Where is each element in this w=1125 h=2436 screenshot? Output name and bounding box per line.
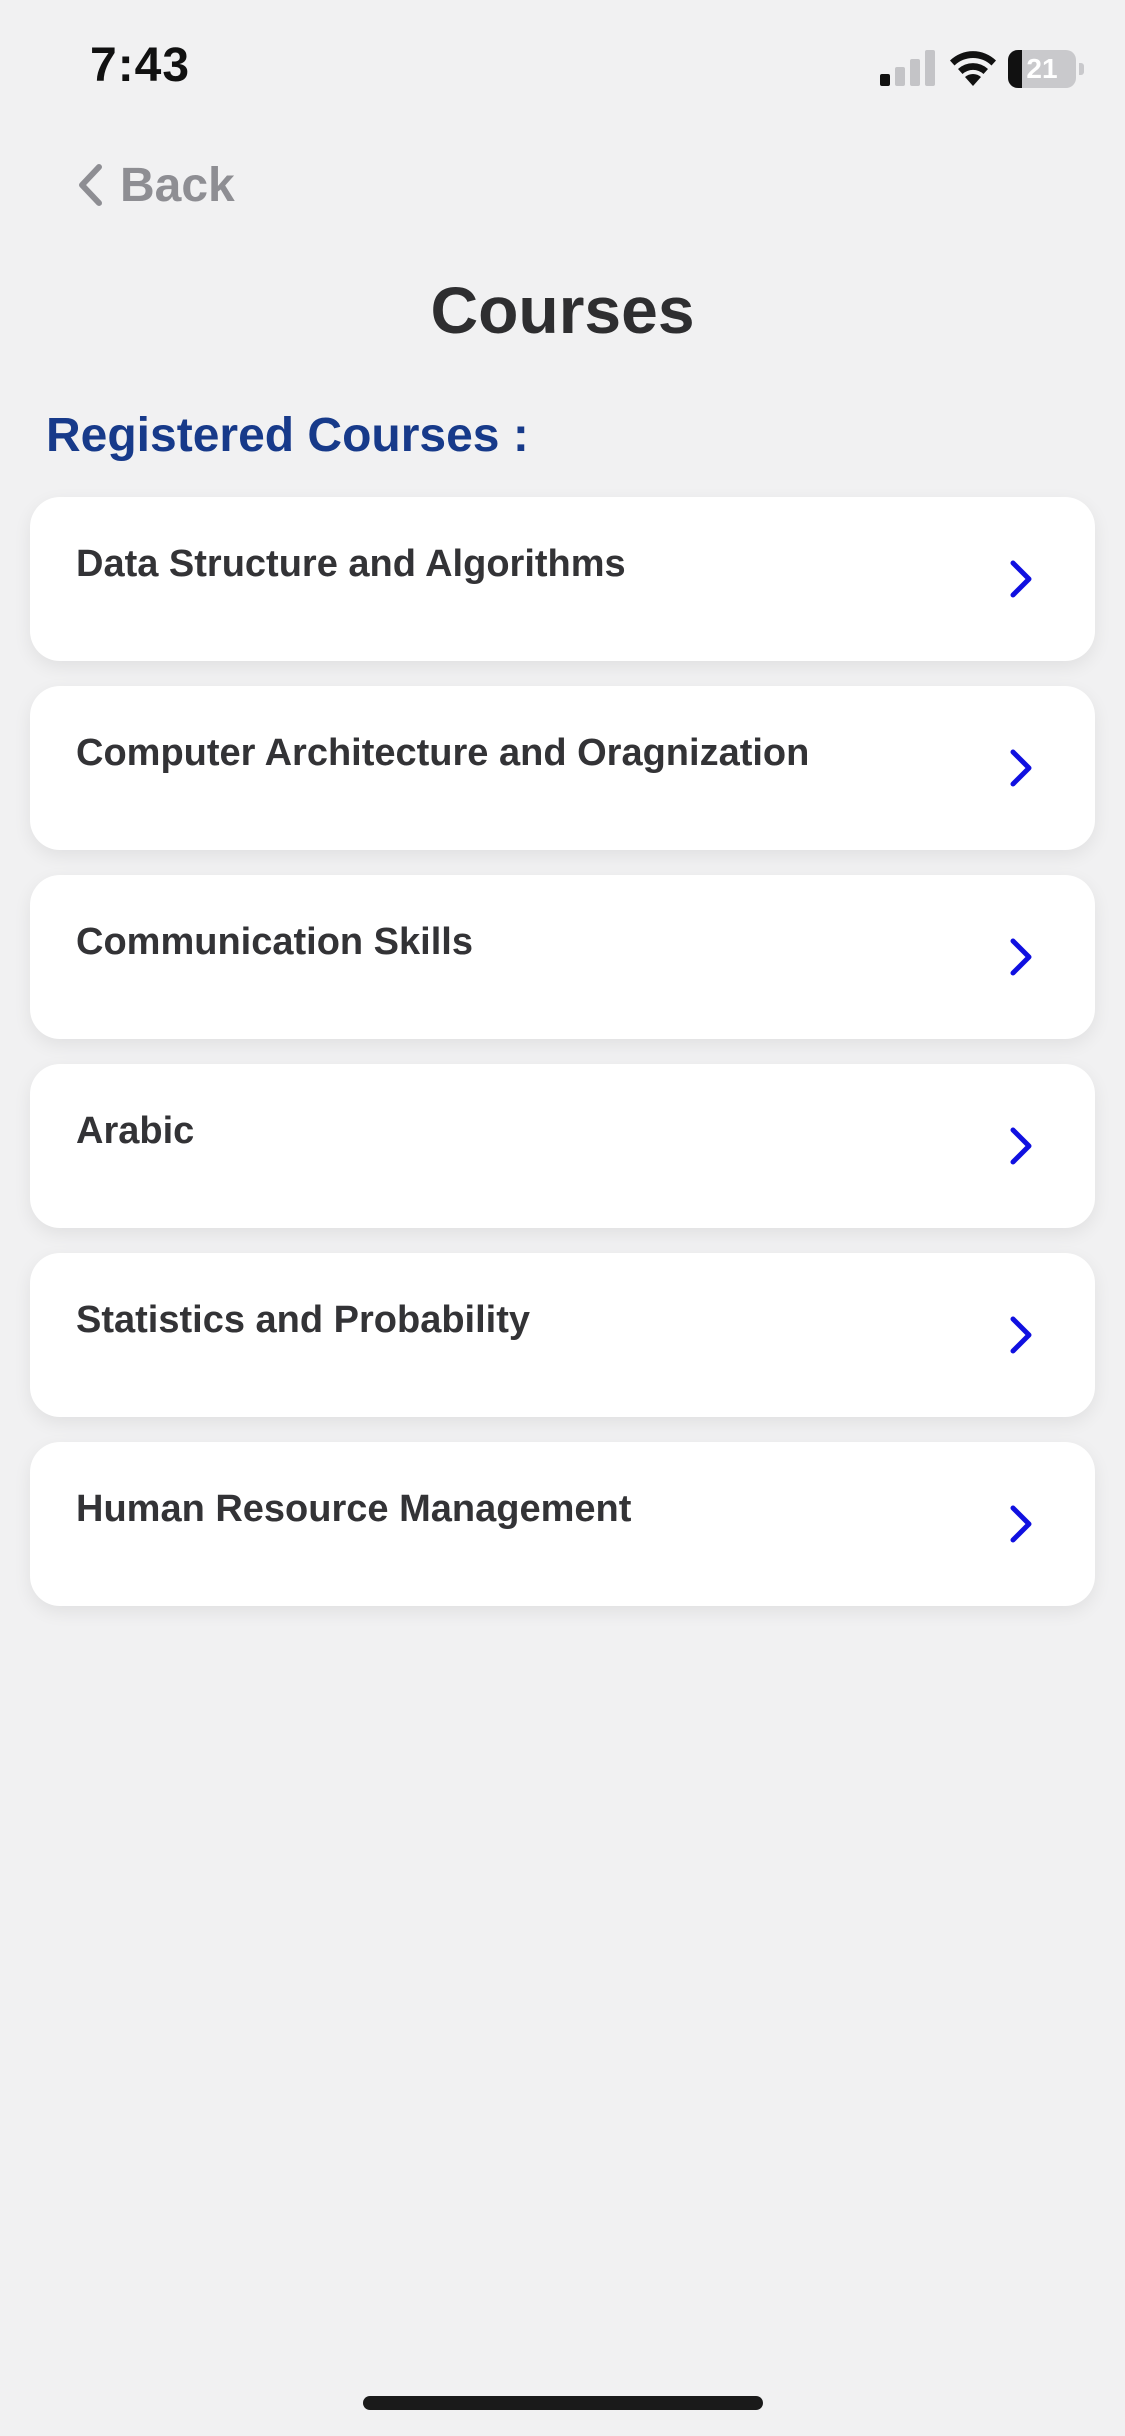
battery-cap xyxy=(1079,63,1084,75)
courses-screen: 7:43 21 Back Courses Registered Courses … xyxy=(0,0,1125,2436)
battery-level: 21 xyxy=(1026,53,1058,84)
chevron-right-icon xyxy=(1010,560,1032,598)
status-time: 7:43 xyxy=(90,39,191,92)
course-item-statistics-and-probability[interactable]: Statistics and Probability xyxy=(30,1253,1095,1417)
chevron-right-icon xyxy=(1010,1316,1032,1354)
page-title: Courses xyxy=(430,273,695,347)
course-item-arabic[interactable]: Arabic xyxy=(30,1064,1095,1228)
course-item-data-structure-and-algorithms[interactable]: Data Structure and Algorithms xyxy=(30,497,1095,661)
course-name: Statistics and Probability xyxy=(76,1299,530,1341)
course-name: Communication Skills xyxy=(76,921,473,963)
chevron-left-icon xyxy=(79,164,102,206)
course-name: Arabic xyxy=(76,1110,195,1152)
course-item-computer-architecture-and-oragnization[interactable]: Computer Architecture and Oragnization xyxy=(30,686,1095,850)
section-heading-registered-courses: Registered Courses : xyxy=(46,409,529,462)
course-item-communication-skills[interactable]: Communication Skills xyxy=(30,875,1095,1039)
course-name: Computer Architecture and Oragnization xyxy=(76,732,810,774)
chevron-right-icon xyxy=(1010,1127,1032,1165)
cellular-signal-icon xyxy=(880,50,935,86)
back-button[interactable]: Back xyxy=(76,150,235,220)
wifi-icon xyxy=(950,51,996,86)
course-list: Data Structure and Algorithms Computer A… xyxy=(30,497,1095,1631)
battery-body: 21 xyxy=(1008,50,1076,88)
chevron-right-icon xyxy=(1010,938,1032,976)
course-name: Data Structure and Algorithms xyxy=(76,543,626,585)
course-name: Human Resource Management xyxy=(76,1488,632,1530)
course-item-human-resource-management[interactable]: Human Resource Management xyxy=(30,1442,1095,1606)
back-label: Back xyxy=(120,158,235,212)
battery-icon: 21 xyxy=(1008,50,1084,88)
status-bar: 7:43 21 xyxy=(0,0,1125,140)
chevron-right-icon xyxy=(1010,749,1032,787)
chevron-right-icon xyxy=(1010,1505,1032,1543)
home-indicator[interactable] xyxy=(363,2396,763,2410)
